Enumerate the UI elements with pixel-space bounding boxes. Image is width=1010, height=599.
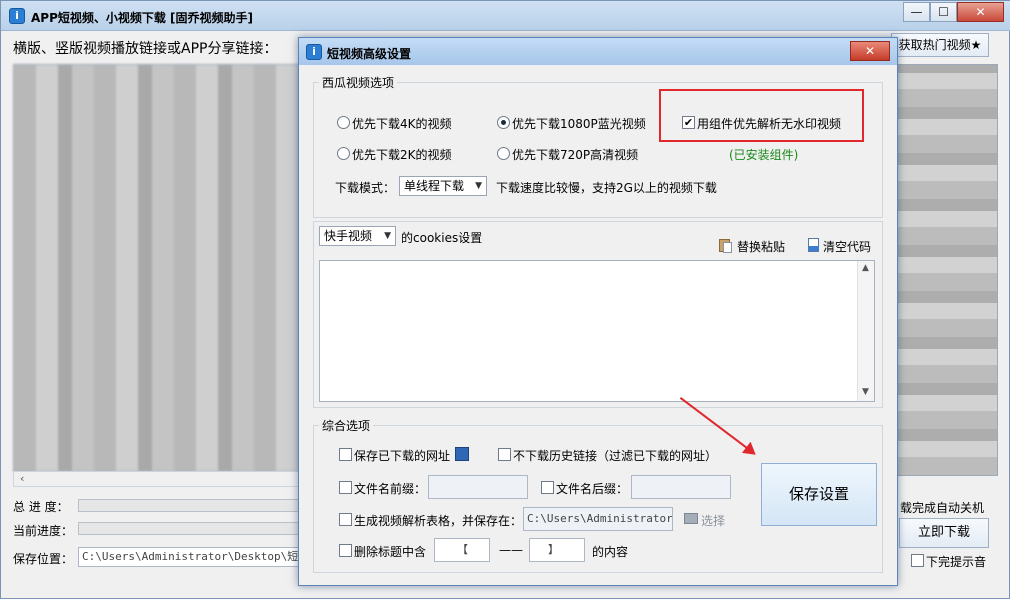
video-list-blurred bbox=[13, 64, 299, 472]
skip-history-checkbox[interactable] bbox=[498, 448, 511, 461]
right-bracket-input[interactable]: 】 bbox=[529, 538, 585, 562]
get-hot-videos-button[interactable]: 获取热门视频★ bbox=[891, 33, 989, 57]
save-settings-button[interactable]: 保存设置 bbox=[761, 463, 877, 526]
skip-history-label: 不下载历史链接（过滤已下载的网址） bbox=[513, 449, 718, 463]
sound-checkbox[interactable] bbox=[911, 554, 924, 567]
prefix-checkbox[interactable] bbox=[339, 481, 352, 494]
window-title: APP短视频、小视频下载 [固乔视频助手] bbox=[31, 11, 254, 25]
scroll-down-icon[interactable]: ▼ bbox=[862, 387, 869, 397]
cookies-vertical-scrollbar[interactable]: ▲ ▼ bbox=[857, 261, 874, 401]
prefix-input[interactable] bbox=[428, 475, 528, 499]
advanced-settings-dialog: i 短视频高级设置 ✕ 西瓜视频选项 优先下载4K的视频 优先下载1080P蓝光… bbox=[298, 37, 898, 586]
chevron-down-icon: ▼ bbox=[475, 181, 482, 191]
total-progress-bar bbox=[78, 499, 299, 512]
suffix-input[interactable] bbox=[631, 475, 731, 499]
current-progress-label: 当前进度： bbox=[13, 524, 74, 538]
download-now-button[interactable]: 立即下载 bbox=[899, 518, 989, 548]
component-checkbox[interactable]: ✔ bbox=[682, 116, 695, 129]
replace-paste-button[interactable]: 替换粘贴 bbox=[737, 238, 785, 255]
dialog-close-button[interactable]: ✕ bbox=[850, 41, 890, 61]
platform-select[interactable]: 快手视频 ▼ bbox=[319, 226, 396, 246]
save-location-label: 保存位置： bbox=[13, 552, 74, 566]
dialog-app-icon: i bbox=[306, 44, 322, 60]
cookies-label: 的cookies设置 bbox=[401, 231, 483, 245]
paste-icon[interactable] bbox=[719, 237, 733, 253]
radio-1080p-label: 优先下载1080P蓝光视频 bbox=[512, 117, 646, 131]
save-downloaded-urls-label: 保存已下载的网址 bbox=[354, 449, 451, 463]
title-bar: i APP短视频、小视频下载 [固乔视频助手] — ☐ ✕ bbox=[1, 1, 1010, 31]
minimize-button[interactable]: — bbox=[903, 2, 930, 22]
app-icon: i bbox=[9, 8, 25, 24]
current-progress-bar bbox=[78, 522, 299, 535]
folder-icon[interactable] bbox=[684, 513, 698, 524]
radio-720p-label: 优先下载720P高清视频 bbox=[512, 148, 639, 162]
dialog-title-bar: i 短视频高级设置 ✕ bbox=[299, 38, 897, 65]
radio-4k[interactable] bbox=[337, 116, 350, 129]
url-label: 横版、竖版视频播放链接或APP分享链接： bbox=[13, 41, 278, 57]
save-location-input[interactable]: C:\Users\Administrator\Desktop\短视频 bbox=[78, 547, 299, 567]
remove-title-checkbox[interactable] bbox=[339, 544, 352, 557]
scroll-up-icon[interactable]: ▲ bbox=[862, 263, 869, 273]
gen-table-path-input[interactable]: C:\Users\Administrator\De bbox=[523, 507, 673, 531]
scroll-left-icon[interactable]: ‹ bbox=[20, 472, 24, 485]
download-mode-label: 下载模式： bbox=[335, 181, 396, 195]
left-bracket-input[interactable]: 【 bbox=[434, 538, 490, 562]
total-progress-label: 总 进 度： bbox=[13, 500, 69, 514]
auto-shutdown-label: 载完成自动关机 bbox=[900, 501, 985, 515]
content-label: 的内容 bbox=[592, 545, 629, 559]
radio-2k-label: 优先下载2K的视频 bbox=[352, 148, 452, 162]
download-mode-select[interactable]: 单线程下载 ▼ bbox=[399, 176, 487, 196]
close-button[interactable]: ✕ bbox=[957, 2, 1004, 22]
general-options-legend: 综合选项 bbox=[319, 417, 374, 434]
platform-value: 快手视频 bbox=[324, 229, 373, 243]
chevron-down-icon: ▼ bbox=[384, 231, 391, 241]
cookies-textarea[interactable]: ▲ ▼ bbox=[319, 260, 875, 402]
database-icon[interactable] bbox=[455, 447, 469, 461]
radio-2k[interactable] bbox=[337, 147, 350, 160]
prefix-label: 文件名前缀： bbox=[354, 482, 427, 496]
radio-4k-label: 优先下载4K的视频 bbox=[352, 117, 452, 131]
radio-720p[interactable] bbox=[497, 147, 510, 160]
gen-table-label: 生成视频解析表格，并保存在： bbox=[354, 514, 523, 528]
xigua-options-legend: 西瓜视频选项 bbox=[319, 74, 398, 91]
suffix-label: 文件名后缀： bbox=[556, 482, 629, 496]
component-checkbox-label: 用组件优先解析无水印视频 bbox=[697, 117, 842, 131]
save-downloaded-urls-checkbox[interactable] bbox=[339, 448, 352, 461]
sound-label: 下完提示音 bbox=[926, 555, 987, 569]
download-mode-hint: 下载速度比较慢，支持2G以上的视频下载 bbox=[496, 181, 717, 195]
maximize-button[interactable]: ☐ bbox=[930, 2, 957, 22]
choose-button[interactable]: 选择 bbox=[701, 512, 725, 529]
dialog-title: 短视频高级设置 bbox=[327, 47, 412, 61]
side-list-blurred bbox=[893, 64, 998, 476]
remove-title-label: 删除标题中含 bbox=[354, 545, 427, 559]
clear-code-button[interactable]: 清空代码 bbox=[823, 238, 871, 255]
suffix-checkbox[interactable] bbox=[541, 481, 554, 494]
installed-component-text: (已安装组件) bbox=[729, 148, 799, 162]
gen-table-checkbox[interactable] bbox=[339, 513, 352, 526]
radio-1080p[interactable] bbox=[497, 116, 510, 129]
clear-icon[interactable] bbox=[807, 237, 821, 253]
dash-text: —— bbox=[499, 543, 523, 557]
horizontal-scrollbar[interactable]: ‹ bbox=[13, 471, 299, 487]
download-mode-value: 单线程下载 bbox=[404, 179, 465, 193]
